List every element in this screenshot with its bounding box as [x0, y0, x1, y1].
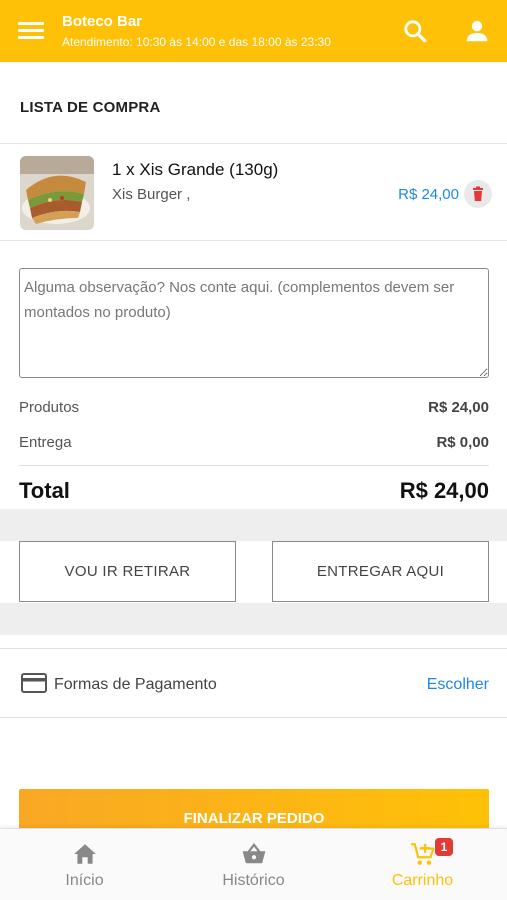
payment-label: Formas de Pagamento [54, 676, 217, 693]
nav-item-history[interactable]: Histórico [169, 829, 338, 900]
nav-label-history: Histórico [222, 872, 285, 889]
total-value: R$ 24,00 [399, 478, 489, 503]
delivery-value: R$ 0,00 [436, 434, 489, 451]
app-bar: Boteco Bar Atendimento: 10:30 às 14:00 e… [0, 0, 507, 62]
credit-card-icon [21, 673, 47, 693]
section-separator [0, 509, 507, 541]
store-title: Boteco Bar [62, 13, 143, 30]
products-value: R$ 24,00 [428, 399, 489, 416]
bottom-navigation: Início Histórico Carrinho [0, 828, 507, 900]
choose-payment-link[interactable]: Escolher [427, 676, 489, 694]
products-label: Produtos [19, 399, 80, 416]
observation-field[interactable] [19, 268, 489, 378]
menu-icon[interactable] [18, 18, 44, 44]
item-name: 1 x Xis Grande (130g) [112, 160, 279, 179]
deliver-here-button[interactable]: ENTREGAR AQUI [272, 541, 489, 602]
cart-item: 1 x Xis Grande (130g) Xis Burger , R$ 24… [0, 143, 507, 241]
item-description: Xis Burger , [112, 186, 191, 203]
nav-label-cart: Carrinho [391, 872, 454, 889]
cart-count-badge: 1 [435, 838, 453, 856]
delivery-label: Entrega [19, 434, 72, 451]
item-price: R$ 24,00 [398, 186, 459, 203]
nav-item-cart[interactable]: Carrinho [338, 829, 507, 900]
search-icon[interactable] [402, 18, 428, 44]
delete-item-button[interactable] [464, 180, 492, 208]
pickup-button[interactable]: VOU IR RETIRAR [19, 541, 236, 602]
home-icon [73, 844, 96, 864]
cart-icon [410, 843, 434, 865]
total-label: Total [19, 478, 70, 503]
basket-icon [242, 843, 265, 864]
product-image [20, 156, 94, 230]
nav-item-home[interactable]: Início [0, 829, 169, 900]
user-icon[interactable] [464, 18, 490, 44]
trash-icon [473, 186, 483, 201]
payment-methods-row[interactable]: Formas de Pagamento Escolher [0, 648, 507, 718]
section-separator [0, 603, 507, 635]
section-title: LISTA DE COMPRA [20, 99, 161, 116]
summary-divider [19, 465, 489, 466]
opening-hours: Atendimento: 10:30 às 14:00 e das 18:00 … [62, 35, 331, 49]
nav-label-home: Início [65, 872, 104, 889]
